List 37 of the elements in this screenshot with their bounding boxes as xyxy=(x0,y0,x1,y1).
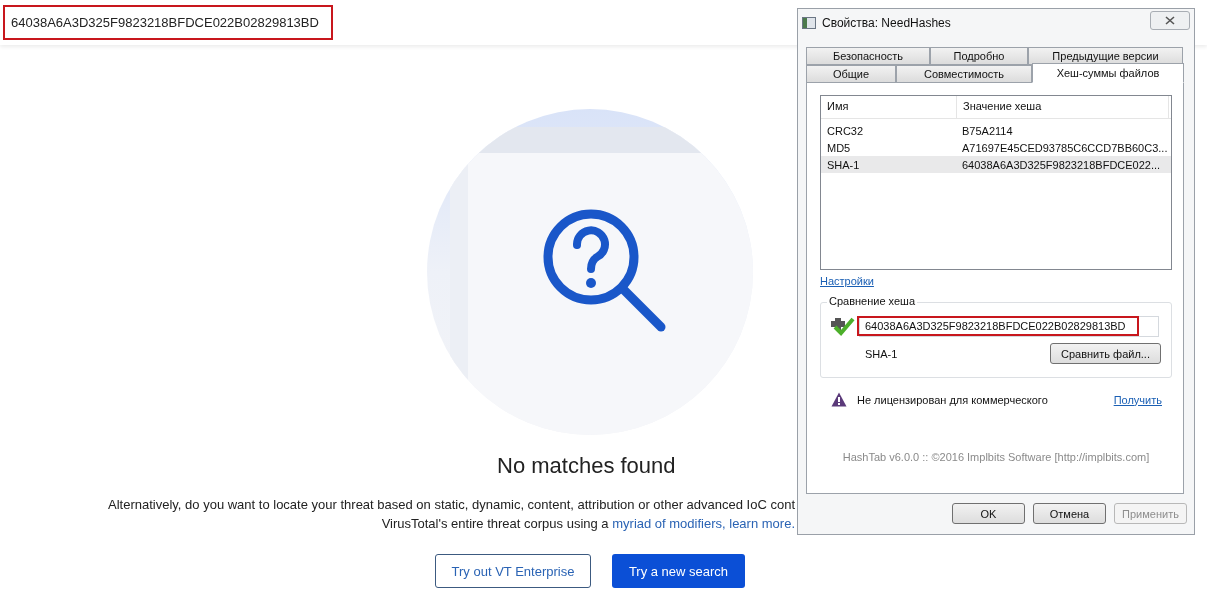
version-text: HashTab v6.0.0 :: ©2016 Implbits Software [http://implbits.com] xyxy=(841,451,1151,463)
dialog-button[interactable]: Отмена xyxy=(1033,503,1106,524)
column-header[interactable]: Имя xyxy=(821,96,957,118)
tab[interactable]: Совместимость xyxy=(896,65,1032,83)
compare-file-button[interactable]: Сравнить файл... xyxy=(1050,343,1161,364)
get-license-link[interactable]: Получить xyxy=(1113,393,1162,406)
hash-value: B75A2114 xyxy=(962,124,1013,137)
hash-row[interactable]: CRC32 B75A2114 xyxy=(821,122,1171,139)
hash-name: CRC32 xyxy=(826,124,865,137)
modifiers-link[interactable]: myriad of modifiers, learn more. xyxy=(612,516,795,531)
hash-input-field[interactable]: 64038A6A3D325F9823218BFDCE022B02829813BD xyxy=(859,315,1159,337)
hash-row[interactable]: MD5 A71697E45CED93785C6CCD7BB60C3... xyxy=(821,139,1171,156)
new-search-button[interactable]: Try a new search xyxy=(612,554,745,588)
close-button[interactable] xyxy=(1150,11,1190,30)
hash-value: 64038A6A3D325F9823218BFDCE022... xyxy=(962,158,1161,171)
description-text: Alternatively, do you want to locate your threat based on static, dynamic, content, attribution or other advanced IoC cont VirusTotal's entire threat corpus using a myriad of modifiers, learn more. xyxy=(107,496,795,533)
hash-value: A71697E45CED93785C6CCD7BB60C3... xyxy=(962,141,1168,154)
algorithm-label: SHA-1 xyxy=(865,347,898,360)
hash-name: MD5 xyxy=(826,141,852,154)
group-legend: Сравнение хеша xyxy=(827,295,918,307)
window-icon xyxy=(802,16,816,29)
empty-state-title: No matches found xyxy=(497,453,676,479)
tab[interactable]: Хеш-суммы файлов xyxy=(1032,63,1184,83)
window-title: Свойства: NeedHashes xyxy=(822,15,951,30)
license-text: Не лицензирован для коммерческого xyxy=(857,393,1048,406)
hash-name: SHA-1 xyxy=(826,158,861,171)
enterprise-button[interactable]: Try out VT Enterprise xyxy=(435,554,591,588)
dialog-button[interactable]: OK xyxy=(952,503,1025,524)
tab[interactable]: Общие xyxy=(806,65,896,83)
close-icon xyxy=(1165,16,1175,25)
tab[interactable]: Безопасность xyxy=(806,47,930,65)
warning-icon xyxy=(831,392,847,407)
settings-link[interactable]: Настройки xyxy=(820,275,874,287)
search-field[interactable]: 64038A6A3D325F9823218BFDCE022B02829813BD xyxy=(3,5,333,40)
column-header[interactable]: Значение хеша xyxy=(957,96,1169,118)
hash-row[interactable]: SHA-1 64038A6A3D325F9823218BFDCE022... xyxy=(821,156,1171,173)
tab[interactable]: Подробно xyxy=(930,47,1028,65)
